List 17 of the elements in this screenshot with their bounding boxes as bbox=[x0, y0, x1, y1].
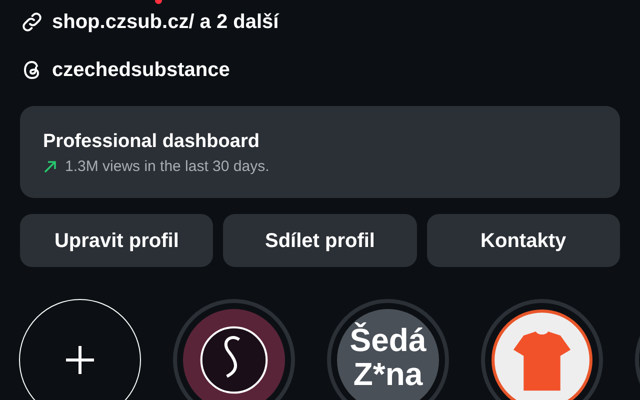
profile-button[interactable]: Kontakty bbox=[426, 214, 620, 267]
highlight-cover[interactable]: Šedá Z*na bbox=[327, 299, 449, 400]
profile-button[interactable]: Upravit profil bbox=[20, 214, 214, 267]
dashboard-title: Professional dashboard bbox=[43, 130, 260, 154]
threads-link[interactable]: czechedsubstance bbox=[52, 55, 230, 85]
profile-button[interactable]: Sdílet profil bbox=[223, 214, 417, 267]
views-stat: 1.3M views in the last 30 days. bbox=[65, 157, 270, 177]
highlight-cover[interactable] bbox=[481, 299, 603, 400]
dashboard-card[interactable]: Professional dashboard 1.3M views in the last 30 days. bbox=[20, 106, 620, 198]
trend-up-icon bbox=[43, 160, 57, 174]
highlight-cover[interactable] bbox=[173, 299, 295, 400]
logo-text: Z*na bbox=[353, 357, 423, 391]
plus-icon bbox=[64, 344, 96, 376]
website-link[interactable]: shop.czsub.cz/ a 2 další bbox=[52, 7, 279, 37]
logo-text: Šedá bbox=[350, 323, 426, 357]
new-highlight-button[interactable] bbox=[19, 299, 141, 400]
link-icon bbox=[20, 10, 44, 34]
